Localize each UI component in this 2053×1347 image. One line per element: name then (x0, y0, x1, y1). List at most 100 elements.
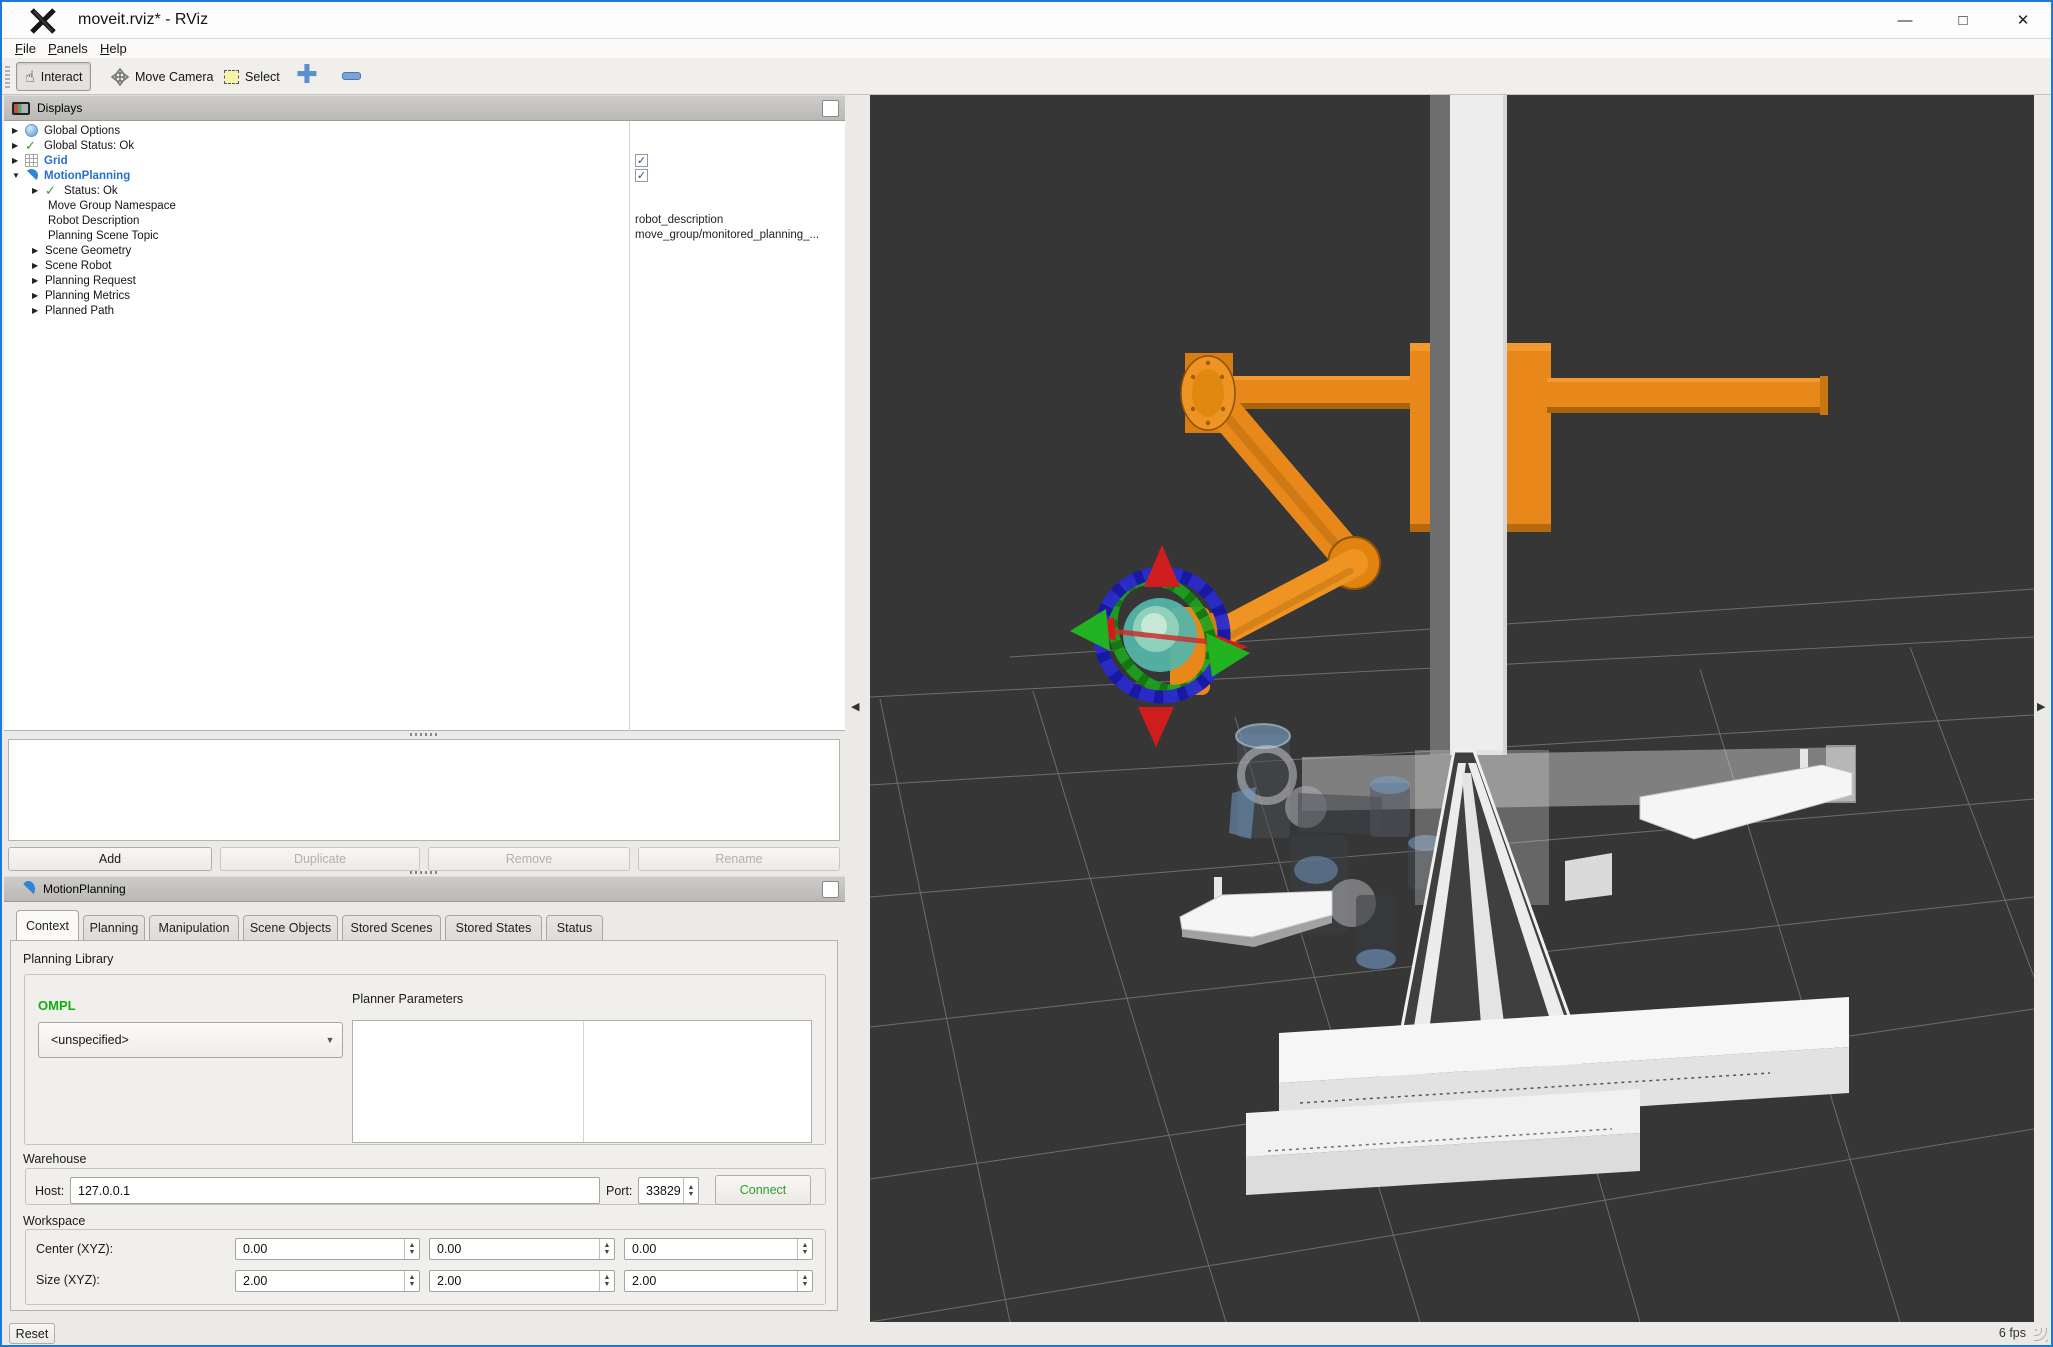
menu-bar: File Panels Help (2, 39, 2051, 58)
duplicate-display-button[interactable]: Duplicate (220, 847, 420, 871)
select-tool-button[interactable]: Select (216, 62, 288, 91)
port-label: Port: (606, 1184, 633, 1198)
tree-row-planning-request[interactable]: ▶ Planning Request (4, 273, 845, 288)
displays-splitter-handle[interactable] (410, 733, 440, 736)
remove-display-button[interactable]: Remove (428, 847, 630, 871)
maximize-button[interactable]: □ (1948, 8, 1978, 34)
tree-row-scene-robot[interactable]: ▶ Scene Robot (4, 258, 845, 273)
stepper-arrows-icon[interactable]: ▲ ▼ (404, 1239, 419, 1259)
warehouse-label: Warehouse (23, 1152, 87, 1166)
window-title: moveit.rviz* - RViz (78, 11, 209, 28)
grid-icon (25, 154, 38, 167)
moveit-swoosh-icon (22, 881, 35, 897)
planner-parameters-table[interactable] (352, 1020, 812, 1143)
tree-column-divider[interactable] (629, 121, 630, 731)
displays-panel-header[interactable]: Displays (4, 95, 845, 121)
tab-context[interactable]: Context (16, 910, 79, 940)
hand-pointer-icon: ☝ (25, 68, 35, 86)
chevron-down-icon: ▼ (325, 1035, 335, 1045)
panel-splitter-handle[interactable] (410, 871, 440, 874)
tree-row-grid[interactable]: ▶ Grid (4, 153, 845, 168)
menu-help[interactable]: Help (100, 40, 127, 57)
plus-icon: ✚ (296, 59, 318, 89)
resize-grip[interactable] (2034, 1328, 2048, 1342)
reset-button[interactable]: Reset (9, 1323, 55, 1344)
displays-float-button[interactable] (822, 100, 839, 117)
motionplanning-float-button[interactable] (822, 881, 839, 898)
tree-row-global-status[interactable]: ▶ ✓ Global Status: Ok (4, 138, 845, 153)
left-splitter-strip[interactable]: ◀ (845, 95, 870, 1322)
tree-row-motionplanning[interactable]: ▼ MotionPlanning (4, 168, 845, 183)
stepper-arrows-icon[interactable]: ▲ ▼ (599, 1271, 614, 1291)
stepper-arrows-icon[interactable]: ▲ ▼ (797, 1271, 812, 1291)
selection-box-icon (224, 69, 239, 84)
check-icon: ✓ (45, 183, 56, 198)
tree-row-planned-path[interactable]: ▶ Planned Path (4, 303, 845, 318)
close-button[interactable]: ✕ (2008, 8, 2038, 34)
rviz-logo-icon (30, 8, 56, 34)
toolbar-drag-handle[interactable] (5, 66, 10, 88)
title-bar[interactable]: moveit.rviz* - RViz — □ ✕ (2, 2, 2051, 39)
add-display-button[interactable]: Add (8, 847, 212, 871)
port-stepper[interactable]: 33829 ▲ ▼ (638, 1177, 699, 1204)
tree-row-planning-metrics[interactable]: ▶ Planning Metrics (4, 288, 845, 303)
planning-scene-topic-value[interactable]: move_group/monitored_planning_... (635, 229, 819, 241)
size-xyz-label: Size (XYZ): (36, 1273, 100, 1287)
right-splitter-strip[interactable]: ▶ (2034, 95, 2051, 1322)
displays-tree: ▶ Global Options ▶ ✓ Global Status: Ok ▶ Gri… (4, 121, 845, 731)
monitor-icon (12, 101, 30, 115)
stepper-arrows-icon[interactable]: ▲ ▼ (797, 1239, 812, 1259)
four-way-arrows-icon (111, 67, 129, 86)
host-input[interactable]: 127.0.0.1 (70, 1177, 600, 1204)
tab-scene-objects[interactable]: Scene Objects (243, 915, 338, 940)
3d-scene (869, 95, 2035, 1323)
displays-panel-title: Displays (37, 101, 83, 115)
3d-viewport[interactable] (869, 95, 2035, 1323)
moveit-swoosh-icon (25, 169, 38, 182)
connect-button[interactable]: Connect (715, 1175, 811, 1205)
tab-stored-states[interactable]: Stored States (445, 915, 542, 940)
motionplanning-enabled-checkbox[interactable]: ✓ (635, 169, 648, 182)
tree-row-scene-geometry[interactable]: ▶ Scene Geometry (4, 243, 845, 258)
tree-row-status-ok[interactable]: ▶ ✓ Status: Ok (4, 183, 845, 198)
interact-tool-button[interactable]: ☝ Interact (16, 62, 92, 91)
pillar-column (1430, 95, 1507, 755)
toolbar: ☝ Interact Move Camera Select ✚ (2, 58, 2051, 95)
stepper-arrows-icon[interactable]: ▲ ▼ (599, 1239, 614, 1259)
tree-row-global-options[interactable]: ▶ Global Options (4, 123, 845, 138)
stepper-arrows-icon[interactable]: ▲ ▼ (683, 1178, 698, 1203)
size-y-stepper[interactable]: 2.00 ▲ ▼ (429, 1270, 615, 1292)
planner-select[interactable]: <unspecified> ▼ (38, 1022, 343, 1058)
tree-row-move-group-namespace[interactable]: Move Group Namespace (4, 198, 845, 213)
fps-indicator: 6 fps (1998, 1326, 2026, 1340)
size-x-stepper[interactable]: 2.00 ▲ ▼ (235, 1270, 420, 1292)
host-label: Host: (35, 1184, 65, 1198)
tab-status[interactable]: Status (546, 915, 603, 940)
center-xyz-label: Center (XYZ): (36, 1242, 114, 1256)
planning-library-label: Planning Library (23, 952, 114, 966)
rename-display-button[interactable]: Rename (638, 847, 840, 871)
minimize-button[interactable]: — (1890, 8, 1920, 34)
center-z-stepper[interactable]: 0.00 ▲ ▼ (624, 1238, 813, 1260)
center-y-stepper[interactable]: 0.00 ▲ ▼ (429, 1238, 615, 1260)
grid-enabled-checkbox[interactable]: ✓ (635, 154, 648, 167)
menu-panels[interactable]: Panels (48, 40, 88, 57)
tab-manipulation[interactable]: Manipulation (149, 915, 239, 940)
size-z-stepper[interactable]: 2.00 ▲ ▼ (624, 1270, 813, 1292)
property-help-area (8, 739, 840, 841)
add-tool-button[interactable]: ✚ (296, 61, 318, 88)
move-camera-tool-button[interactable]: Move Camera (103, 62, 222, 91)
stepper-arrows-icon[interactable]: ▲ ▼ (404, 1271, 419, 1291)
collapse-right-icon[interactable]: ▶ (2037, 700, 2045, 713)
workspace-label: Workspace (23, 1214, 86, 1228)
center-x-stepper[interactable]: 0.00 ▲ ▼ (235, 1238, 420, 1260)
table-column-divider (583, 1021, 584, 1142)
library-name-label: OMPL (38, 998, 76, 1013)
motionplanning-panel-header[interactable]: MotionPlanning (4, 876, 845, 902)
tab-stored-scenes[interactable]: Stored Scenes (342, 915, 441, 940)
menu-file[interactable]: File (15, 40, 36, 57)
collapse-left-icon[interactable]: ◀ (851, 700, 859, 713)
robot-description-value[interactable]: robot_description (635, 214, 723, 226)
tab-planning[interactable]: Planning (83, 915, 145, 940)
rviz-window: moveit.rviz* - RViz — □ ✕ File Panels He… (0, 0, 2053, 1347)
